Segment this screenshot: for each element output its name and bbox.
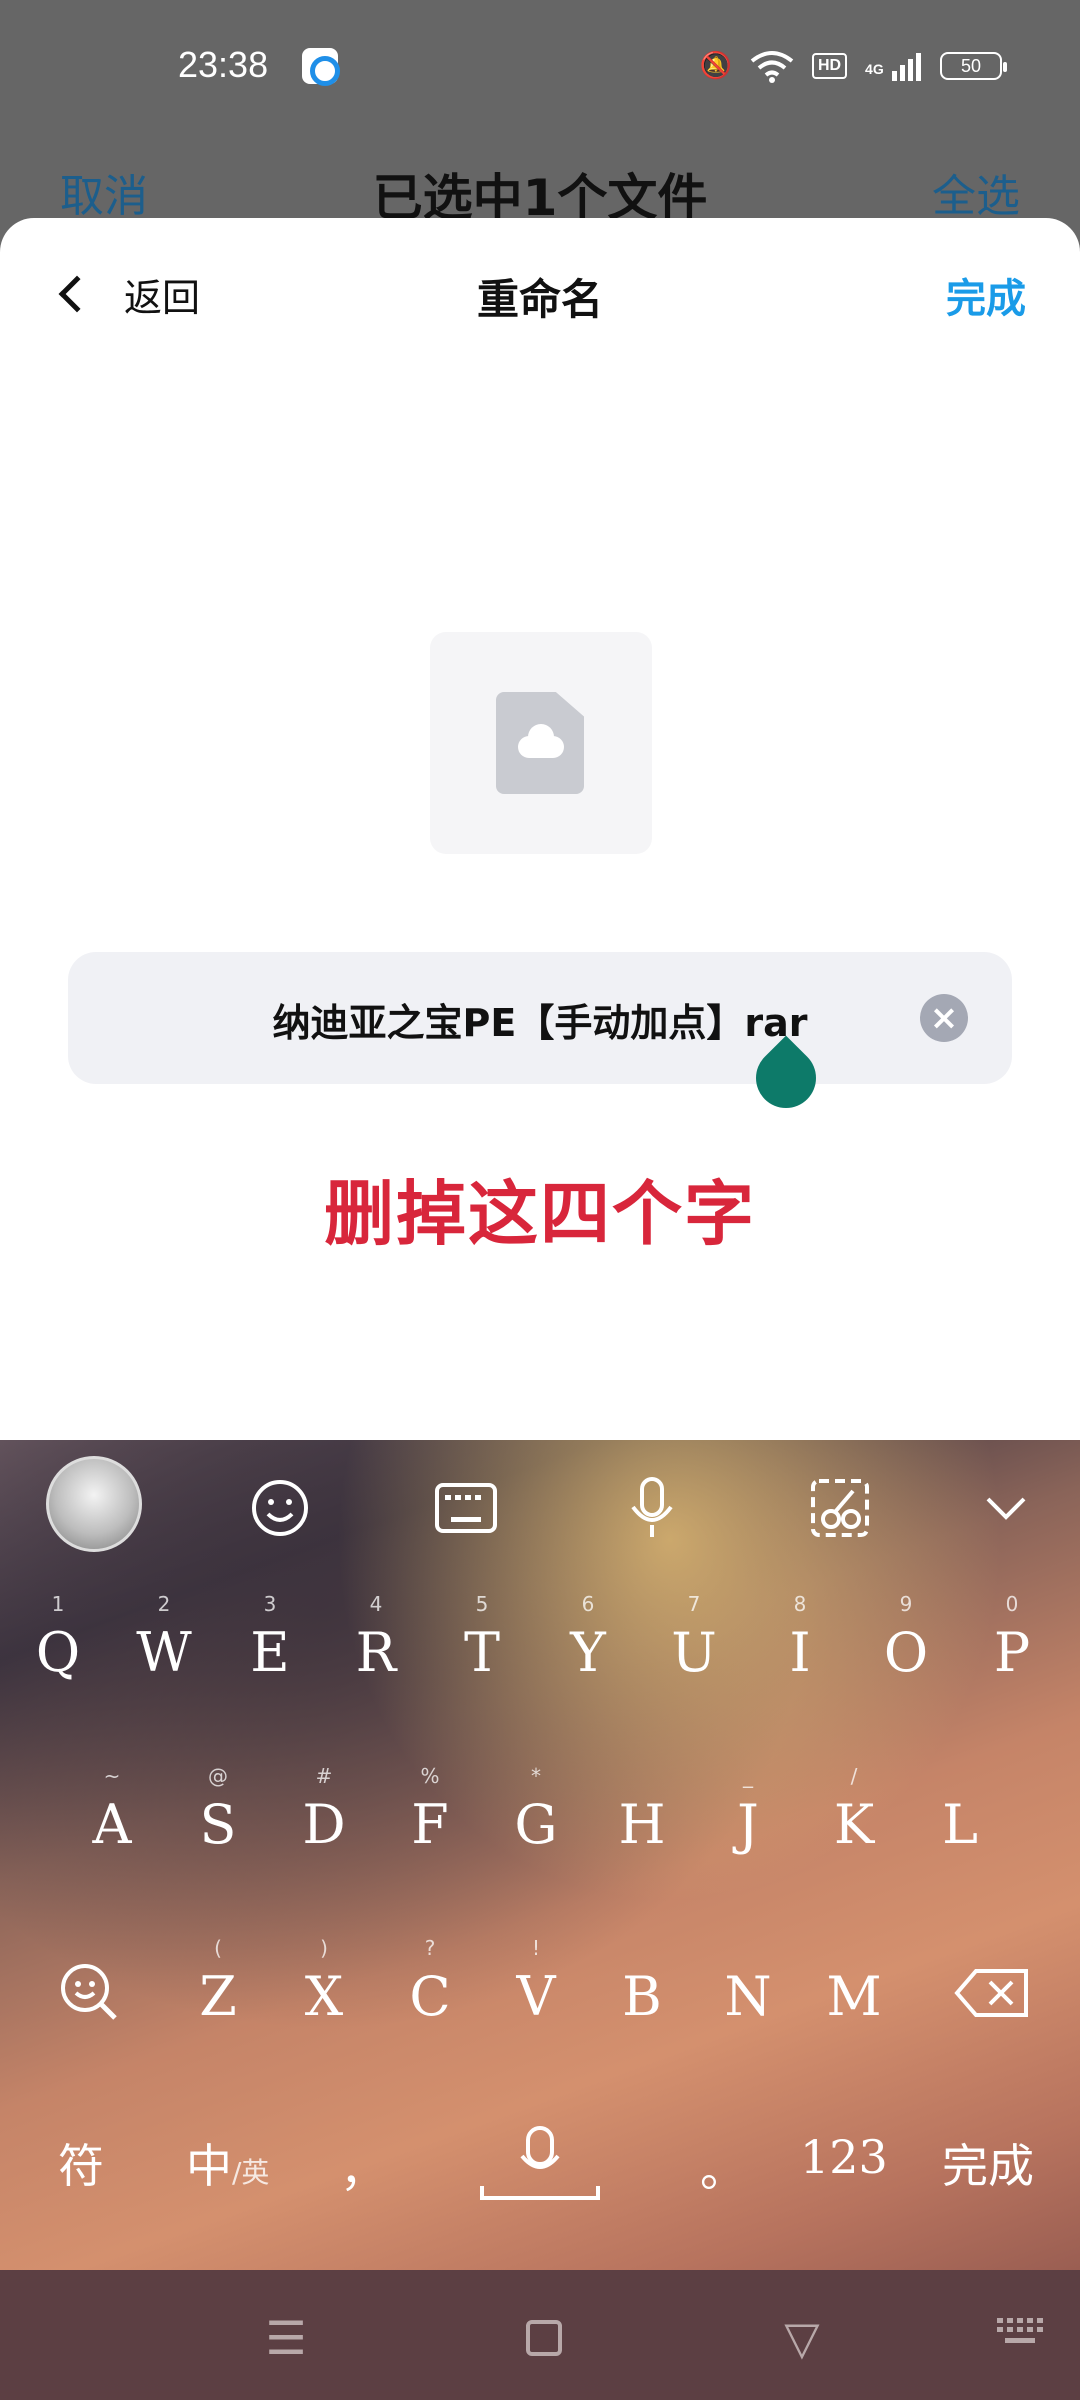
- backspace-icon[interactable]: [950, 1968, 1034, 2028]
- back-triangle-icon[interactable]: ▽: [772, 2308, 832, 2368]
- status-time: 23:38: [178, 44, 269, 85]
- key-x[interactable]: ) X: [274, 1934, 374, 2044]
- app-notification-icon: [302, 48, 340, 86]
- hd-icon: HD: [811, 53, 848, 79]
- comma-key[interactable]: ，: [340, 2134, 386, 2200]
- keyboard-done-key[interactable]: 完成: [942, 2130, 1034, 2196]
- language-toggle-key[interactable]: 中/英: [186, 2130, 269, 2196]
- file-name-value[interactable]: 纳迪亚之宝PE【手动加点】rar: [68, 992, 1012, 1047]
- symbols-key[interactable]: 符: [58, 2130, 104, 2196]
- search-face-icon[interactable]: [48, 1960, 128, 2040]
- keyboard-layout-icon[interactable]: [428, 1470, 504, 1546]
- status-icons: 🔕 HD 4G 50: [699, 46, 1007, 86]
- cloud-file-icon: [496, 692, 584, 794]
- status-bar: 23:38 🔕 HD 4G 50: [0, 0, 1080, 130]
- avatar[interactable]: [46, 1456, 142, 1552]
- signal-icon: 4G: [865, 51, 922, 82]
- clipboard-icon[interactable]: [802, 1470, 878, 1546]
- microphone-icon[interactable]: [614, 1470, 690, 1546]
- page-title: 重命名: [476, 275, 603, 324]
- key-i[interactable]: 8I: [750, 1590, 850, 1700]
- key-l[interactable]: L: [910, 1762, 1010, 1872]
- menu-icon[interactable]: ☰: [256, 2308, 316, 2368]
- key-y[interactable]: 6Y: [538, 1590, 638, 1700]
- key-f[interactable]: % F: [380, 1762, 480, 1872]
- key-g[interactable]: * G: [486, 1762, 586, 1872]
- key-v[interactable]: ! V: [486, 1934, 586, 2044]
- key-s[interactable]: @ S: [168, 1762, 268, 1872]
- rename-sheet: 返回 重命名 完成 纳迪亚之宝PE【手动加点】rar × 删掉这四个字: [0, 218, 1080, 1440]
- battery-icon: 50: [940, 52, 1007, 80]
- hide-keyboard-icon[interactable]: [990, 2308, 1050, 2368]
- keyboard-toolbar: [0, 1440, 1080, 1570]
- home-icon[interactable]: [514, 2308, 574, 2368]
- emoji-icon[interactable]: [242, 1470, 318, 1546]
- keyboard: 1Q 2W 3E 4R 5T 6Y 7U 8I 9O 0P ~ A @ S # D %…: [0, 1440, 1080, 2270]
- chevron-down-icon[interactable]: [968, 1470, 1044, 1546]
- wifi-icon: [750, 51, 794, 83]
- key-u[interactable]: 7U: [644, 1590, 744, 1700]
- key-c[interactable]: ? C: [380, 1934, 480, 2044]
- file-thumbnail: [430, 632, 652, 854]
- clear-input-icon[interactable]: ×: [920, 994, 968, 1042]
- key-r[interactable]: 4R: [326, 1590, 426, 1700]
- key-k[interactable]: / K: [804, 1762, 904, 1872]
- file-name-input[interactable]: 纳迪亚之宝PE【手动加点】rar ×: [68, 952, 1012, 1084]
- key-z[interactable]: (Z: [168, 1934, 268, 2044]
- key-b[interactable]: B: [592, 1934, 692, 2044]
- key-e[interactable]: 3E: [220, 1590, 320, 1700]
- key-o[interactable]: 9O: [856, 1590, 956, 1700]
- key-t[interactable]: 5T: [432, 1590, 532, 1700]
- select-all-button[interactable]: 全选: [932, 160, 1020, 224]
- period-key[interactable]: 。: [700, 2134, 746, 2200]
- space-key[interactable]: [478, 2122, 602, 2206]
- key-n[interactable]: N: [698, 1934, 798, 2044]
- numbers-key[interactable]: 123: [800, 2130, 888, 2184]
- key-h[interactable]: H: [592, 1762, 692, 1872]
- key-p[interactable]: 0P: [962, 1590, 1062, 1700]
- key-a[interactable]: ~ A: [62, 1762, 162, 1872]
- key-q[interactable]: 1Q: [8, 1590, 108, 1700]
- selection-bar: 取消 已选中1个文件 全选: [0, 130, 1080, 230]
- key-m[interactable]: M: [804, 1934, 904, 2044]
- navigation-bar: ☰ ▽: [0, 2270, 1080, 2400]
- mute-bell-icon: 🔕: [699, 51, 732, 81]
- annotation-text: 删掉这四个字: [324, 1173, 756, 1255]
- key-d[interactable]: # D: [274, 1762, 374, 1872]
- key-w[interactable]: 2W: [114, 1590, 214, 1700]
- done-button[interactable]: 完成: [946, 266, 1026, 324]
- key-j[interactable]: _ J: [698, 1762, 798, 1872]
